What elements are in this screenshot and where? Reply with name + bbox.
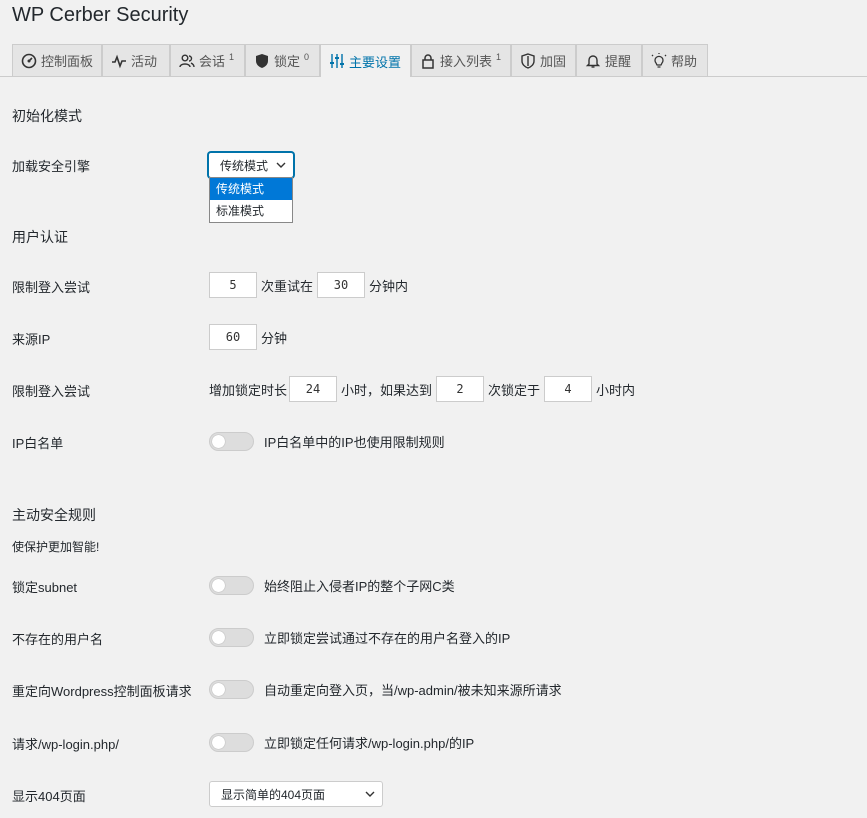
limit-attempts-2-label: 限制登入尝试: [12, 384, 91, 399]
engine-label: 加载安全引擎: [12, 159, 91, 174]
increase-text: 增加锁定时长: [209, 382, 288, 398]
tab-label: 主要设置: [349, 54, 402, 70]
chevron-down-icon: [276, 162, 286, 168]
engine-select-value: 传统模式: [220, 158, 269, 173]
section-title-auth: 用户认证: [12, 229, 68, 245]
nonexist-label: 不存在的用户名: [12, 632, 104, 647]
tab-notifications[interactable]: 提醒: [576, 44, 642, 76]
limit-attempts-label: 限制登入尝试: [12, 280, 91, 295]
source-ip-minutes-input[interactable]: 60: [209, 324, 257, 350]
tab-count: 1: [496, 51, 502, 62]
whitelist-row: IP白名单中的IP也使用限制规则: [209, 432, 445, 451]
within-minutes-text: 分钟内: [369, 278, 409, 294]
tab-label: 接入列表: [440, 54, 493, 69]
section-subtitle: 使保护更加智能!: [12, 540, 100, 554]
tab-help[interactable]: 帮助: [642, 44, 708, 76]
users-icon: [179, 54, 195, 67]
engine-dropdown-list: 传统模式 标准模式: [209, 177, 293, 223]
shield-outline-icon: [521, 52, 535, 69]
tab-dashboard[interactable]: 控制面板: [12, 44, 102, 76]
subnet-toggle[interactable]: [209, 576, 254, 595]
redirect-label: 重定向Wordpress控制面板请求: [12, 684, 192, 699]
tab-sessions[interactable]: 会话 1: [170, 44, 245, 76]
lock-hours-input[interactable]: 24: [289, 376, 338, 402]
hours-within-text: 小时内: [596, 382, 636, 398]
wplogin-text: 立即锁定任何请求/wp-login.php/的IP: [264, 736, 475, 751]
tab-main-settings[interactable]: 主要设置: [320, 44, 411, 77]
tab-label: 帮助: [671, 54, 698, 69]
nonexist-row: 立即锁定尝试通过不存在的用户名登入的IP: [209, 628, 510, 647]
subnet-label: 锁定subnet: [12, 580, 78, 595]
dropdown-option-standard[interactable]: 标准模式: [210, 200, 292, 222]
wplogin-toggle[interactable]: [209, 733, 254, 752]
tab-label: 加固: [540, 54, 567, 69]
source-ip-label: 来源IP: [12, 332, 51, 347]
shield-icon: [256, 53, 268, 68]
times-locked-text: 次锁定于: [488, 382, 541, 398]
nav-tabs: 控制面板 活动 会话 1 锁定 0 主要设置 接入列表 1 加固 提醒 帮助: [0, 44, 867, 77]
within-hours-input[interactable]: 4: [544, 376, 593, 402]
tab-activity[interactable]: 活动: [102, 44, 170, 76]
whitelist-toggle[interactable]: [209, 432, 254, 451]
activity-icon: [112, 54, 126, 68]
minutes-unit-text: 分钟: [261, 330, 288, 346]
source-ip-row: 60 分钟: [209, 324, 287, 350]
nonexist-toggle[interactable]: [209, 628, 254, 647]
tab-label: 控制面板: [41, 54, 94, 69]
tab-count: 0: [304, 51, 310, 62]
whitelist-text: IP白名单中的IP也使用限制规则: [264, 435, 445, 450]
tab-label: 会话: [199, 54, 226, 69]
tab-hardening[interactable]: 加固: [511, 44, 576, 76]
page-title: WP Cerber Security: [12, 4, 189, 26]
wplogin-label: 请求/wp-login.php/: [12, 737, 119, 752]
wplogin-row: 立即锁定任何请求/wp-login.php/的IP: [209, 733, 474, 752]
tab-label: 活动: [131, 54, 158, 69]
limit-attempts-row: 5 次重试在 30 分钟内: [209, 272, 408, 298]
lock-count-input[interactable]: 2: [436, 376, 485, 402]
tab-count: 1: [229, 51, 235, 62]
lock-icon: [422, 53, 434, 69]
whitelist-label: IP白名单: [12, 436, 64, 451]
redirect-text: 自动重定向登入页，当/wp-admin/被未知来源所请求: [264, 683, 562, 698]
sliders-icon: [330, 54, 344, 68]
minutes-input[interactable]: 30: [317, 272, 366, 298]
bell-icon: [585, 54, 601, 68]
section-title-init: 初始化模式: [12, 108, 82, 124]
section-title-proactive: 主动安全规则: [12, 507, 96, 523]
page404-select-value: 显示简单的404页面: [221, 787, 326, 802]
lock-duration-row: 增加锁定时长 24 小时，如果达到 2 次锁定于 4 小时内: [209, 376, 635, 402]
page404-select[interactable]: 显示简单的404页面: [209, 781, 383, 807]
dropdown-option-legacy[interactable]: 传统模式: [210, 178, 292, 200]
retry-text: 次重试在: [261, 278, 314, 294]
chevron-down-icon: [365, 791, 375, 797]
subnet-text: 始终阻止入侵者IP的整个子网C类: [264, 579, 455, 594]
dashboard-icon: [21, 53, 37, 68]
redirect-toggle[interactable]: [209, 680, 254, 699]
nonexist-text: 立即锁定尝试通过不存在的用户名登入的IP: [264, 631, 511, 646]
tab-label: 提醒: [605, 54, 632, 69]
lightbulb-icon: [651, 52, 667, 68]
tab-lockouts[interactable]: 锁定 0: [245, 44, 320, 76]
subnet-row: 始终阻止入侵者IP的整个子网C类: [209, 576, 455, 595]
engine-select[interactable]: 传统模式: [208, 152, 294, 178]
tab-label: 锁定: [274, 54, 301, 69]
tab-access-lists[interactable]: 接入列表 1: [411, 44, 511, 76]
redirect-row: 自动重定向登入页，当/wp-admin/被未知来源所请求: [209, 680, 562, 699]
page404-label: 显示404页面: [12, 789, 86, 804]
hours-if-text: 小时，如果达到: [341, 382, 433, 398]
attempts-input[interactable]: 5: [209, 272, 257, 298]
